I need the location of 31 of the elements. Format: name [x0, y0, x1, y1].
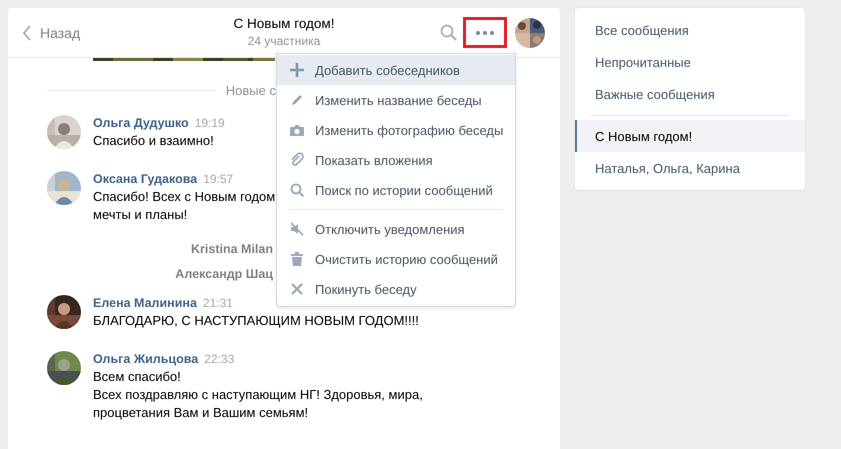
message-text: БЛАГОДАРЮ, С НАСТУПАЮЩИМ НОВЫМ ГОДОМ!!!! — [93, 312, 419, 330]
author-name[interactable]: Оксана Гудакова — [93, 171, 198, 188]
menu-item[interactable]: Покинуть беседу — [277, 274, 515, 304]
menu-item[interactable]: Отключить уведомления — [277, 214, 515, 244]
menu-item[interactable]: Очистить историю сообщений — [277, 244, 515, 274]
message-time: 19:19 — [194, 115, 225, 132]
menu-item[interactable]: Добавить собеседников — [277, 55, 515, 85]
message-time: 22:33 — [204, 351, 234, 368]
divider-label: Новые с — [226, 83, 276, 98]
participant-count: 24 участника — [248, 33, 320, 50]
message-text: Всем спасибо! Всех поздравляю с наступающим НГ! Здоровья, мира, процветания Вам и Вашим семьям! — [93, 368, 423, 422]
menu-item[interactable]: Показать вложения — [277, 145, 515, 175]
message-time: 19:57 — [203, 171, 234, 188]
author-name[interactable]: Елена Малинина — [93, 295, 197, 312]
menu-item[interactable]: Поиск по истории сообщений — [277, 175, 515, 205]
message-text: Спасибо и взаимно! — [93, 132, 215, 150]
sidebar-item[interactable]: С Новым годом! — [575, 120, 805, 152]
back-link[interactable]: Назад — [22, 24, 80, 40]
message-time: 21:31 — [202, 295, 233, 312]
chat-title: С Новым годом! — [234, 15, 334, 32]
menu-item[interactable]: Изменить фотографию беседы — [277, 115, 515, 145]
menu-item[interactable]: Изменить название беседы — [277, 85, 515, 115]
service-author[interactable]: Kristina Milan — [191, 240, 273, 258]
sidebar-item[interactable]: Наталья, Ольга, Карина — [575, 152, 805, 184]
sidebar-item[interactable]: Все сообщения — [575, 14, 805, 46]
sidebar-item[interactable]: Важные сообщения — [575, 78, 805, 110]
message-text: Спасибо! Всех с Новым годом мечты и планы! — [93, 188, 276, 224]
service-author[interactable]: Александр Шац — [175, 265, 273, 283]
author-name[interactable]: Ольга Жильцова — [93, 351, 198, 368]
author-name[interactable]: Ольга Дудушко — [93, 115, 189, 132]
sidebar-item[interactable]: Непрочитанные — [575, 46, 805, 78]
